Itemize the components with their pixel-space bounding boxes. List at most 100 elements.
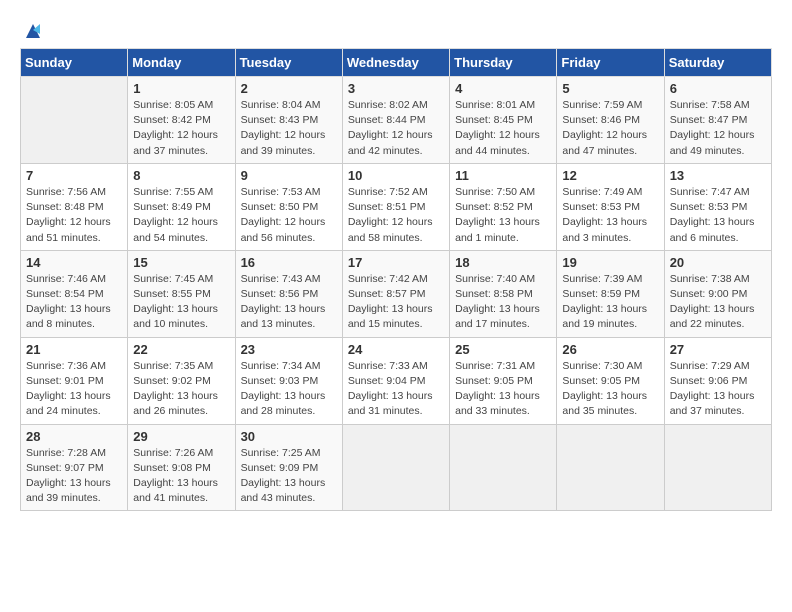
header-day-friday: Friday bbox=[557, 49, 664, 77]
day-number: 4 bbox=[455, 81, 551, 96]
calendar-week-row: 1Sunrise: 8:05 AM Sunset: 8:42 PM Daylig… bbox=[21, 77, 772, 164]
day-number: 11 bbox=[455, 168, 551, 183]
calendar-cell: 29 Sunrise: 7:26 AM Sunset: 9:08 PM Dayli… bbox=[128, 424, 235, 511]
day-info: Sunrise: 7:33 AM Sunset: 9:04 PM Dayligh… bbox=[348, 359, 444, 420]
calendar-cell bbox=[557, 424, 664, 511]
day-number: 22 bbox=[133, 342, 229, 357]
day-info: Sunrise: 8:02 AM Sunset: 8:44 PM Dayligh… bbox=[348, 98, 444, 159]
header-day-monday: Monday bbox=[128, 49, 235, 77]
day-number: 7 bbox=[26, 168, 122, 183]
day-info: Sunrise: 7:31 AM Sunset: 9:05 PM Dayligh… bbox=[455, 359, 551, 420]
calendar-cell: 3 Sunrise: 8:02 AM Sunset: 8:44 PM Daylig… bbox=[342, 77, 449, 164]
day-number: 2 bbox=[241, 81, 337, 96]
calendar-cell: 12Sunrise: 7:49 AM Sunset: 8:53 PM Dayli… bbox=[557, 163, 664, 250]
calendar-cell: 22 Sunrise: 7:35 AM Sunset: 9:02 PM Dayli… bbox=[128, 337, 235, 424]
day-info: Sunrise: 7:40 AM Sunset: 8:58 PM Dayligh… bbox=[455, 272, 551, 333]
day-number: 16 bbox=[241, 255, 337, 270]
calendar-cell: 11 Sunrise: 7:50 AM Sunset: 8:52 PM Dayli… bbox=[450, 163, 557, 250]
calendar-cell: 6 Sunrise: 7:58 AM Sunset: 8:47 PM Daylig… bbox=[664, 77, 771, 164]
day-info: Sunrise: 7:25 AM Sunset: 9:09 PM Dayligh… bbox=[241, 446, 337, 507]
calendar-cell: 5 Sunrise: 7:59 AM Sunset: 8:46 PM Daylig… bbox=[557, 77, 664, 164]
calendar-cell: 19Sunrise: 7:39 AM Sunset: 8:59 PM Dayli… bbox=[557, 250, 664, 337]
calendar-week-row: 14 Sunrise: 7:46 AM Sunset: 8:54 PM Dayli… bbox=[21, 250, 772, 337]
day-info: Sunrise: 7:42 AM Sunset: 8:57 PM Dayligh… bbox=[348, 272, 444, 333]
day-info: Sunrise: 7:26 AM Sunset: 9:08 PM Dayligh… bbox=[133, 446, 229, 507]
day-number: 28 bbox=[26, 429, 122, 444]
day-number: 14 bbox=[26, 255, 122, 270]
day-info: Sunrise: 7:29 AM Sunset: 9:06 PM Dayligh… bbox=[670, 359, 766, 420]
calendar-cell: 17 Sunrise: 7:42 AM Sunset: 8:57 PM Dayli… bbox=[342, 250, 449, 337]
header-day-wednesday: Wednesday bbox=[342, 49, 449, 77]
calendar-cell bbox=[342, 424, 449, 511]
day-number: 15 bbox=[133, 255, 229, 270]
calendar-cell: 7Sunrise: 7:56 AM Sunset: 8:48 PM Daylig… bbox=[21, 163, 128, 250]
calendar-cell: 14 Sunrise: 7:46 AM Sunset: 8:54 PM Dayli… bbox=[21, 250, 128, 337]
day-info: Sunrise: 7:52 AM Sunset: 8:51 PM Dayligh… bbox=[348, 185, 444, 246]
calendar-cell: 15 Sunrise: 7:45 AM Sunset: 8:55 PM Dayli… bbox=[128, 250, 235, 337]
calendar-cell: 13 Sunrise: 7:47 AM Sunset: 8:53 PM Dayli… bbox=[664, 163, 771, 250]
day-info: Sunrise: 7:58 AM Sunset: 8:47 PM Dayligh… bbox=[670, 98, 766, 159]
calendar-cell bbox=[664, 424, 771, 511]
day-number: 10 bbox=[348, 168, 444, 183]
day-info: Sunrise: 7:39 AM Sunset: 8:59 PM Dayligh… bbox=[562, 272, 658, 333]
calendar-cell: 27Sunrise: 7:29 AM Sunset: 9:06 PM Dayli… bbox=[664, 337, 771, 424]
day-number: 25 bbox=[455, 342, 551, 357]
day-info: Sunrise: 7:50 AM Sunset: 8:52 PM Dayligh… bbox=[455, 185, 551, 246]
day-number: 29 bbox=[133, 429, 229, 444]
calendar-cell: 21 Sunrise: 7:36 AM Sunset: 9:01 PM Dayli… bbox=[21, 337, 128, 424]
calendar-cell: 30 Sunrise: 7:25 AM Sunset: 9:09 PM Dayli… bbox=[235, 424, 342, 511]
day-number: 20 bbox=[670, 255, 766, 270]
page-header bbox=[20, 20, 772, 38]
header-day-thursday: Thursday bbox=[450, 49, 557, 77]
day-number: 21 bbox=[26, 342, 122, 357]
calendar-cell bbox=[450, 424, 557, 511]
day-number: 8 bbox=[133, 168, 229, 183]
calendar-cell: 10 Sunrise: 7:52 AM Sunset: 8:51 PM Dayli… bbox=[342, 163, 449, 250]
day-number: 30 bbox=[241, 429, 337, 444]
calendar-cell: 24 Sunrise: 7:33 AM Sunset: 9:04 PM Dayli… bbox=[342, 337, 449, 424]
calendar-cell: 9 Sunrise: 7:53 AM Sunset: 8:50 PM Daylig… bbox=[235, 163, 342, 250]
day-info: Sunrise: 7:28 AM Sunset: 9:07 PM Dayligh… bbox=[26, 446, 122, 507]
day-info: Sunrise: 7:36 AM Sunset: 9:01 PM Dayligh… bbox=[26, 359, 122, 420]
calendar-cell: 4 Sunrise: 8:01 AM Sunset: 8:45 PM Daylig… bbox=[450, 77, 557, 164]
day-info: Sunrise: 7:55 AM Sunset: 8:49 PM Dayligh… bbox=[133, 185, 229, 246]
day-info: Sunrise: 7:47 AM Sunset: 8:53 PM Dayligh… bbox=[670, 185, 766, 246]
day-number: 18 bbox=[455, 255, 551, 270]
day-info: Sunrise: 7:59 AM Sunset: 8:46 PM Dayligh… bbox=[562, 98, 658, 159]
calendar-cell: 16Sunrise: 7:43 AM Sunset: 8:56 PM Dayli… bbox=[235, 250, 342, 337]
day-info: Sunrise: 8:01 AM Sunset: 8:45 PM Dayligh… bbox=[455, 98, 551, 159]
calendar-cell: 1Sunrise: 8:05 AM Sunset: 8:42 PM Daylig… bbox=[128, 77, 235, 164]
day-number: 17 bbox=[348, 255, 444, 270]
day-info: Sunrise: 7:46 AM Sunset: 8:54 PM Dayligh… bbox=[26, 272, 122, 333]
calendar-week-row: 28 Sunrise: 7:28 AM Sunset: 9:07 PM Dayli… bbox=[21, 424, 772, 511]
day-info: Sunrise: 7:38 AM Sunset: 9:00 PM Dayligh… bbox=[670, 272, 766, 333]
day-number: 13 bbox=[670, 168, 766, 183]
day-number: 1 bbox=[133, 81, 229, 96]
calendar-week-row: 7Sunrise: 7:56 AM Sunset: 8:48 PM Daylig… bbox=[21, 163, 772, 250]
day-number: 26 bbox=[562, 342, 658, 357]
calendar-cell: 28 Sunrise: 7:28 AM Sunset: 9:07 PM Dayli… bbox=[21, 424, 128, 511]
calendar-cell: 26 Sunrise: 7:30 AM Sunset: 9:05 PM Dayli… bbox=[557, 337, 664, 424]
calendar-cell: 20 Sunrise: 7:38 AM Sunset: 9:00 PM Dayli… bbox=[664, 250, 771, 337]
day-info: Sunrise: 7:53 AM Sunset: 8:50 PM Dayligh… bbox=[241, 185, 337, 246]
day-number: 9 bbox=[241, 168, 337, 183]
day-info: Sunrise: 7:45 AM Sunset: 8:55 PM Dayligh… bbox=[133, 272, 229, 333]
calendar-cell: 18 Sunrise: 7:40 AM Sunset: 8:58 PM Dayli… bbox=[450, 250, 557, 337]
calendar-header-row: SundayMondayTuesdayWednesdayThursdayFrid… bbox=[21, 49, 772, 77]
day-number: 6 bbox=[670, 81, 766, 96]
day-number: 5 bbox=[562, 81, 658, 96]
calendar-cell: 23 Sunrise: 7:34 AM Sunset: 9:03 PM Dayli… bbox=[235, 337, 342, 424]
day-number: 23 bbox=[241, 342, 337, 357]
calendar-table: SundayMondayTuesdayWednesdayThursdayFrid… bbox=[20, 48, 772, 511]
logo-icon bbox=[22, 20, 44, 42]
header-day-sunday: Sunday bbox=[21, 49, 128, 77]
day-number: 24 bbox=[348, 342, 444, 357]
calendar-cell bbox=[21, 77, 128, 164]
day-info: Sunrise: 7:30 AM Sunset: 9:05 PM Dayligh… bbox=[562, 359, 658, 420]
day-number: 3 bbox=[348, 81, 444, 96]
header-day-saturday: Saturday bbox=[664, 49, 771, 77]
day-info: Sunrise: 7:34 AM Sunset: 9:03 PM Dayligh… bbox=[241, 359, 337, 420]
day-number: 12 bbox=[562, 168, 658, 183]
day-info: Sunrise: 7:35 AM Sunset: 9:02 PM Dayligh… bbox=[133, 359, 229, 420]
calendar-week-row: 21 Sunrise: 7:36 AM Sunset: 9:01 PM Dayli… bbox=[21, 337, 772, 424]
